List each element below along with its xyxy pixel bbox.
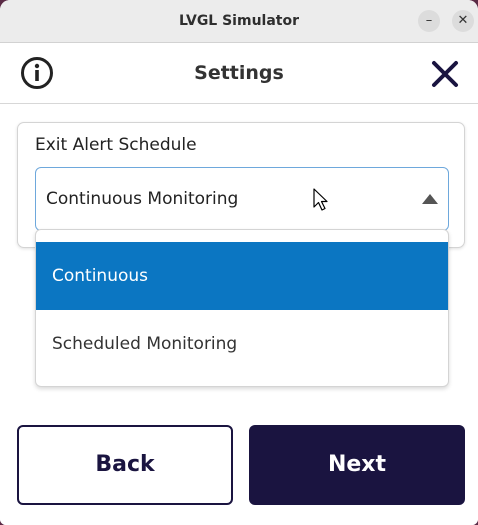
- app-window: LVGL Simulator – ✕ Settings Exit Alert S…: [0, 0, 478, 525]
- next-button[interactable]: Next: [249, 425, 465, 505]
- exit-alert-select[interactable]: Continuous Monitoring: [35, 167, 449, 231]
- window-title: LVGL Simulator: [178, 13, 299, 29]
- dropdown-list: Continuous Scheduled Monitoring: [35, 229, 449, 387]
- select-value: Continuous Monitoring: [46, 189, 239, 209]
- back-button[interactable]: Back: [17, 425, 233, 505]
- close-x-icon[interactable]: [430, 59, 460, 89]
- window-close-button[interactable]: ✕: [452, 10, 474, 32]
- triangle-up-icon: [422, 194, 438, 204]
- dropdown-option-scheduled-monitoring[interactable]: Scheduled Monitoring: [36, 310, 448, 378]
- settings-header: Settings: [0, 43, 478, 104]
- exit-alert-label: Exit Alert Schedule: [35, 135, 197, 155]
- dropdown-option-continuous[interactable]: Continuous: [36, 242, 448, 310]
- mouse-pointer-icon: [313, 188, 328, 211]
- page-title: Settings: [194, 62, 284, 84]
- minimize-button[interactable]: –: [418, 10, 440, 32]
- title-bar: LVGL Simulator – ✕: [0, 0, 478, 43]
- settings-screen: Settings Exit Alert Schedule Continuous …: [0, 43, 478, 525]
